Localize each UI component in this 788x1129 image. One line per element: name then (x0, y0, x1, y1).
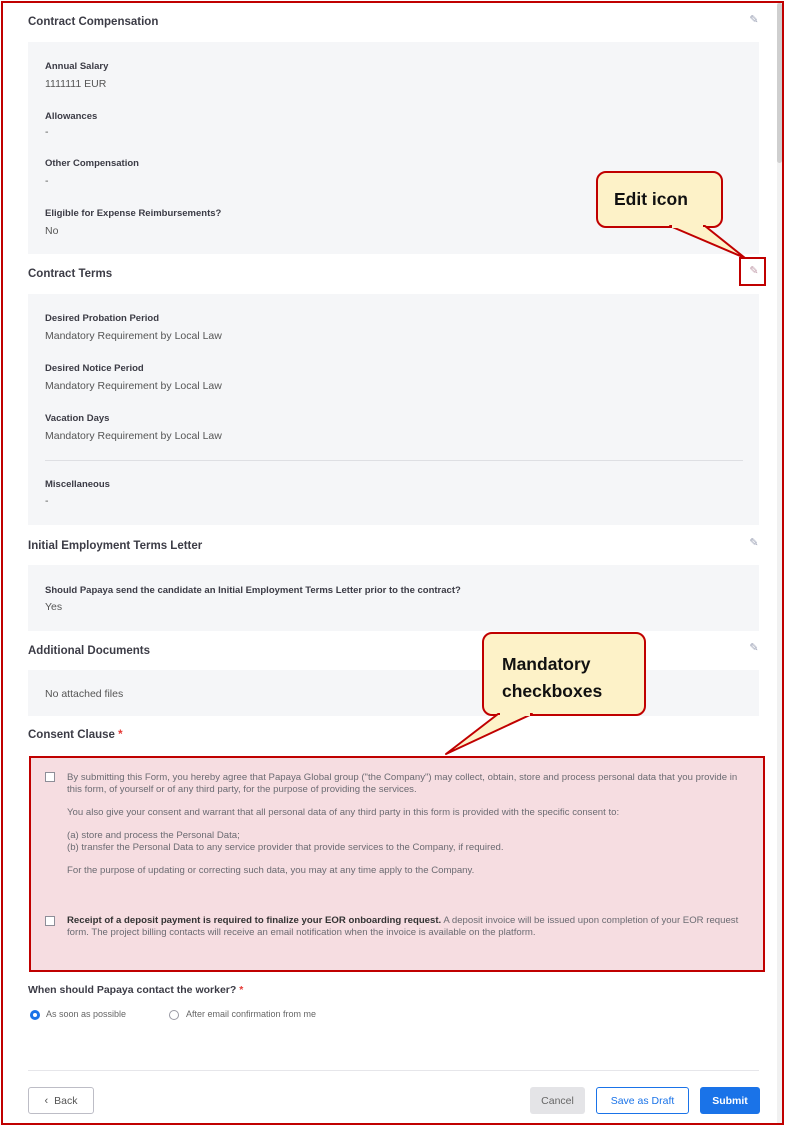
pencil-icon[interactable]: ✎ (748, 265, 760, 277)
letter-panel (28, 565, 759, 631)
consent-text-2: Receipt of a deposit payment is required… (67, 915, 739, 938)
field-value: - (45, 126, 49, 138)
save-draft-button[interactable]: Save as Draft (596, 1087, 689, 1114)
consent-checkbox-2[interactable] (45, 916, 55, 926)
field-label: Desired Probation Period (45, 313, 160, 324)
mandatory-callout-pointer (445, 712, 533, 755)
field-value: Mandatory Requirement by Local Law (45, 430, 222, 442)
pencil-icon[interactable]: ✎ (748, 14, 760, 26)
divider (45, 460, 743, 461)
submit-button[interactable]: Submit (700, 1087, 760, 1114)
field-value: Mandatory Requirement by Local Law (45, 330, 222, 342)
footer-divider (28, 1070, 759, 1071)
pencil-icon[interactable]: ✎ (748, 642, 760, 654)
scrollbar-track[interactable] (777, 3, 782, 1123)
edit-callout-pointer (669, 224, 746, 259)
field-label: Allowances (45, 111, 98, 122)
pencil-icon[interactable]: ✎ (748, 537, 760, 549)
terms-title: Contract Terms (28, 268, 113, 280)
field-label: Other Compensation (45, 158, 139, 169)
consent-title: Consent Clause * (28, 729, 123, 741)
field-value: - (45, 175, 49, 187)
field-label: Annual Salary (45, 61, 109, 72)
field-label: Desired Notice Period (45, 363, 144, 374)
radio-asap[interactable] (30, 1010, 40, 1020)
chevron-left-icon: ‹ (44, 1094, 49, 1107)
field-label: Eligible for Expense Reimbursements? (45, 208, 222, 219)
field-value: - (45, 495, 49, 507)
documents-empty-text: No attached files (45, 688, 124, 700)
scrollbar-thumb[interactable] (777, 3, 782, 163)
mandatory-callout: Mandatory checkboxes (482, 632, 646, 716)
field-value: No (45, 225, 59, 237)
field-value: 1111111 EUR (45, 78, 107, 90)
field-label: Miscellaneous (45, 479, 110, 490)
field-label: Vacation Days (45, 413, 110, 424)
radio-asap-label[interactable]: As soon as possible (46, 1009, 126, 1019)
field-value: Mandatory Requirement by Local Law (45, 380, 222, 392)
edit-icon-callout: Edit icon (596, 171, 723, 228)
documents-panel (28, 670, 759, 716)
terms-panel (28, 294, 759, 525)
contact-question: When should Papaya contact the worker? * (28, 984, 244, 996)
letter-answer: Yes (45, 601, 63, 613)
back-button[interactable]: ‹ Back (28, 1087, 94, 1114)
letter-title: Initial Employment Terms Letter (28, 540, 203, 552)
cancel-button[interactable]: Cancel (530, 1087, 585, 1114)
compensation-title: Contract Compensation (28, 16, 159, 28)
radio-after-confirmation-label[interactable]: After email confirmation from me (186, 1009, 316, 1019)
consent-text-1: By submitting this Form, you hereby agre… (67, 772, 738, 876)
consent-checkbox-1[interactable] (45, 772, 55, 782)
documents-title: Additional Documents (28, 645, 151, 657)
letter-question: Should Papaya send the candidate an Init… (45, 585, 461, 596)
radio-after-confirmation[interactable] (169, 1010, 179, 1020)
